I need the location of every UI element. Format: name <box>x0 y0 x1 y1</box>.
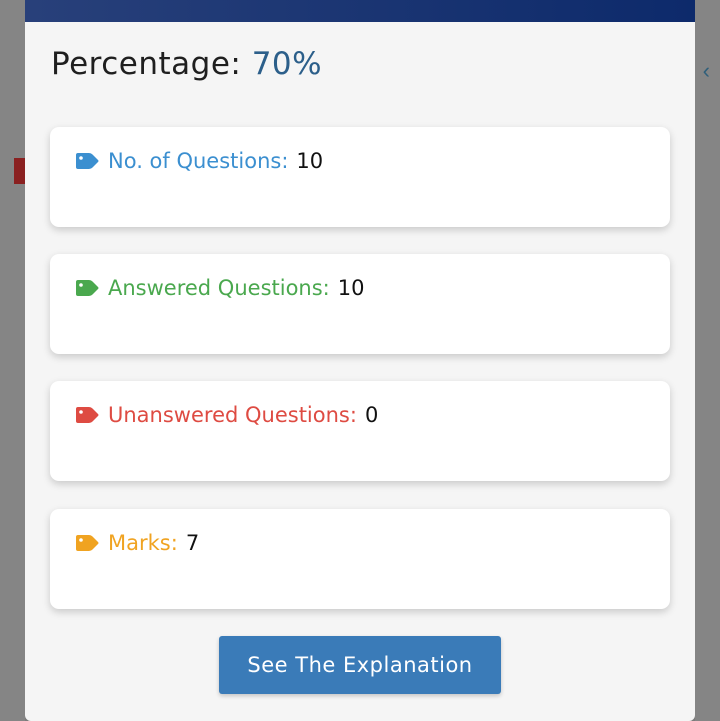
stat-label: Answered Questions: <box>108 276 330 300</box>
tag-icon <box>76 280 99 296</box>
stat-value: 7 <box>185 531 200 555</box>
percentage-value: 70% <box>251 46 323 82</box>
background-chevron-icon: ‹ <box>702 58 710 83</box>
stat-card-unanswered-questions: Unanswered Questions: 0 <box>50 381 670 481</box>
stat-card-answered-questions: Answered Questions: 10 <box>50 254 670 354</box>
stat-label: Unanswered Questions: <box>108 403 357 427</box>
stat-value: 0 <box>364 403 379 427</box>
stat-card-total-questions: No. of Questions: 10 <box>50 127 670 227</box>
stat-label: No. of Questions: <box>108 149 289 173</box>
stat-card-marks: Marks: 7 <box>50 509 670 609</box>
background-left-edge <box>0 0 25 721</box>
percentage-label: Percentage: <box>51 46 242 82</box>
result-modal: Percentage: 70% No. of Questions: 10 Ans… <box>25 0 695 721</box>
background-right-edge <box>695 0 720 721</box>
stat-label: Marks: <box>108 531 178 555</box>
see-explanation-button[interactable]: See The Explanation <box>219 636 501 694</box>
percentage-display: Percentage: 70% <box>51 46 322 82</box>
tag-icon <box>76 535 99 551</box>
background-red-marker <box>14 158 25 184</box>
stat-value: 10 <box>296 149 324 173</box>
tag-icon <box>76 153 99 169</box>
modal-header <box>25 0 695 22</box>
tag-icon <box>76 407 99 423</box>
stat-value: 10 <box>337 276 365 300</box>
